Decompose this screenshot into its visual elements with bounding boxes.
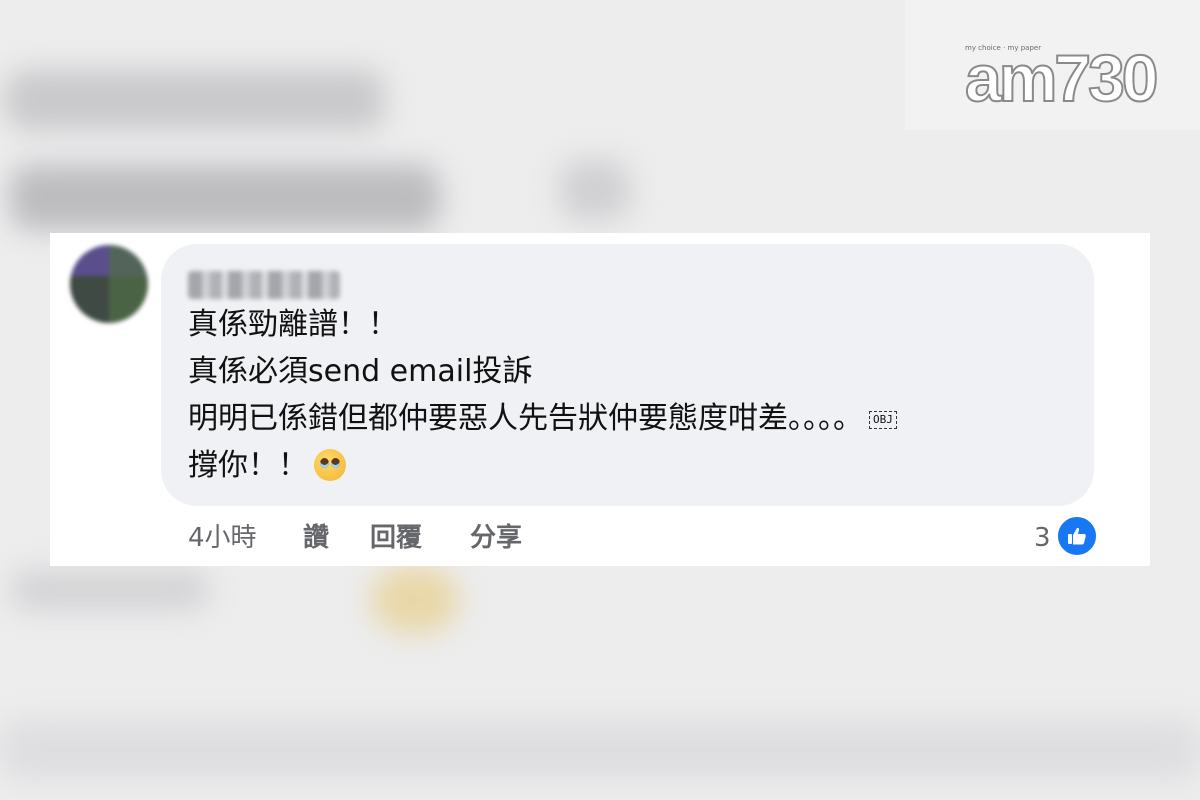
- timestamp-link[interactable]: 4小時: [188, 518, 257, 558]
- blurred-text: [0, 720, 1200, 780]
- thumbs-up-glyph: [1068, 527, 1086, 545]
- thumbs-up-icon[interactable]: [1056, 515, 1098, 557]
- blurred-emoji: [370, 565, 460, 635]
- comment-line-with-emoji: 撐你！！: [188, 446, 346, 486]
- comment-line-text: 撐你！！: [188, 448, 308, 483]
- avatar[interactable]: [70, 245, 148, 323]
- like-button[interactable]: 讚: [303, 518, 329, 558]
- reaction-count[interactable]: 3: [1034, 518, 1051, 558]
- obj-placeholder-icon: OBJ: [869, 410, 897, 429]
- logo-text: am730: [964, 41, 1160, 115]
- pleading-face-icon: [314, 449, 346, 481]
- comment-line: 真係勁離譜！！: [188, 307, 398, 342]
- blurred-text: [10, 165, 440, 230]
- blurred-text: [560, 160, 630, 220]
- comment-line-text: 明明已係錯但都仲要惡人先告狀仲要態度咁差。。。。: [188, 401, 863, 436]
- author-name-blurred[interactable]: [188, 271, 340, 299]
- share-button[interactable]: 分享: [470, 518, 522, 558]
- comment-line-with-obj: 明明已係錯但都仲要惡人先告狀仲要態度咁差。。。。 OBJ: [188, 399, 897, 439]
- blurred-text: [5, 70, 385, 130]
- comment-line: 真係必須send email投訴: [188, 354, 533, 389]
- am730-logo: my choice · my paper am730: [964, 38, 1160, 115]
- blurred-text: [10, 570, 210, 610]
- reply-button[interactable]: 回覆: [370, 518, 422, 558]
